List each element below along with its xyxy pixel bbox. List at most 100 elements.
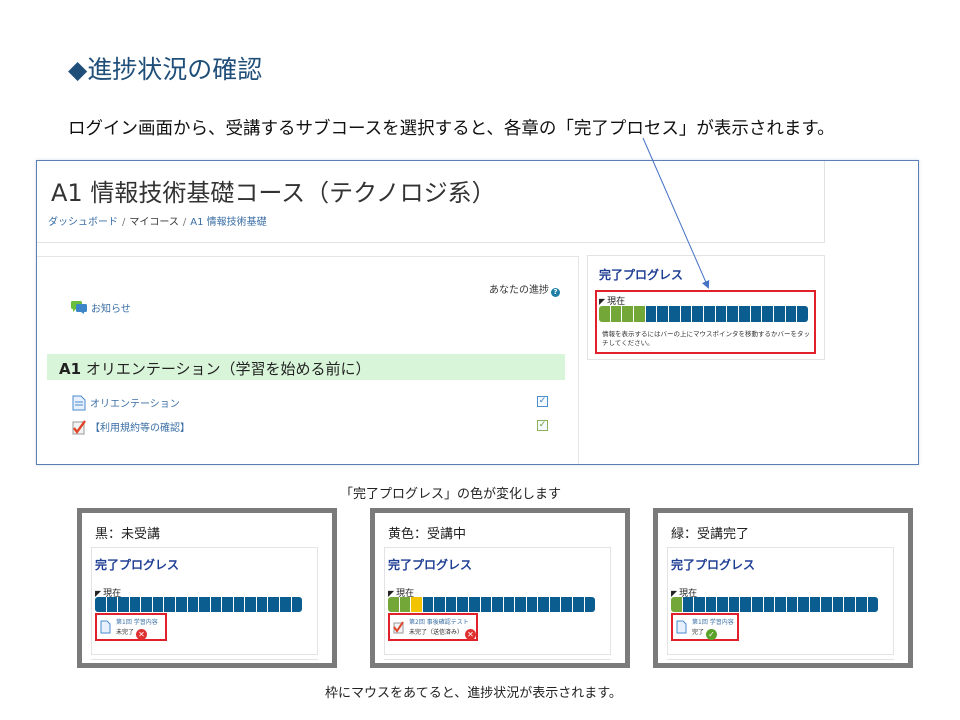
course-content: あなたの進捗? お知らせ A1 オリエンテーション（学習を始める前に） オリエン… bbox=[37, 256, 579, 464]
progress-cell-green[interactable] bbox=[610, 306, 622, 322]
progress-cell-blue[interactable] bbox=[774, 306, 785, 322]
announcements-link[interactable]: お知らせ bbox=[70, 297, 131, 316]
progress-cell-green[interactable] bbox=[399, 597, 411, 612]
progress-cell-blue[interactable] bbox=[129, 597, 141, 612]
breadcrumb-my-courses[interactable]: マイコース bbox=[129, 217, 179, 228]
progress-cell-blue[interactable] bbox=[106, 597, 118, 612]
progress-cell-blue[interactable] bbox=[538, 597, 549, 612]
help-icon[interactable]: ? bbox=[551, 288, 560, 297]
progress-cell-blue[interactable] bbox=[233, 597, 245, 612]
progress-cell-blue[interactable] bbox=[740, 597, 751, 612]
progress-cell-blue[interactable] bbox=[856, 597, 867, 612]
progress-cell-green[interactable] bbox=[388, 597, 399, 612]
progress-cell-blue[interactable] bbox=[682, 597, 694, 612]
progress-bar[interactable] bbox=[388, 597, 596, 612]
progress-bar[interactable] bbox=[671, 597, 879, 612]
progress-cell-blue[interactable] bbox=[222, 597, 233, 612]
progress-cell-blue[interactable] bbox=[526, 597, 538, 612]
progress-cell-blue[interactable] bbox=[692, 306, 704, 322]
progress-cell-blue[interactable] bbox=[704, 306, 715, 322]
assignment-icon bbox=[393, 619, 404, 634]
breadcrumb-current-course[interactable]: A1 情報技術基礎 bbox=[190, 217, 266, 228]
progress-tooltip: 第1回 学習内容 未完了 ✕ bbox=[95, 613, 167, 641]
progress-cell-yellow[interactable] bbox=[411, 597, 422, 612]
completion-progress-block: 完了プログレス ◤ 現在 第1回 学習内容 完了 ✓ bbox=[667, 547, 894, 655]
progress-cell-blue[interactable] bbox=[434, 597, 445, 612]
progress-cell-blue[interactable] bbox=[152, 597, 164, 612]
progress-cell-blue[interactable] bbox=[549, 597, 561, 612]
progress-cell-blue[interactable] bbox=[798, 597, 809, 612]
progress-cell-blue[interactable] bbox=[291, 597, 303, 612]
progress-cell-blue[interactable] bbox=[245, 597, 256, 612]
progress-cell-blue[interactable] bbox=[280, 597, 291, 612]
progress-cell-blue[interactable] bbox=[515, 597, 526, 612]
progress-cell-blue[interactable] bbox=[669, 306, 680, 322]
progress-block-title: 完了プログレス bbox=[671, 558, 756, 572]
progress-cell-blue[interactable] bbox=[561, 597, 572, 612]
progress-cell-blue[interactable] bbox=[492, 597, 503, 612]
progress-cell-blue[interactable] bbox=[797, 306, 809, 322]
progress-highlight-frame: ◤ 現在 情報を表示するにはバーの上にマウスポインタを移動するかバーをタッチしてく… bbox=[595, 290, 816, 354]
progress-bar[interactable] bbox=[95, 597, 303, 612]
progress-cell-blue[interactable] bbox=[187, 597, 199, 612]
progress-cell-blue[interactable] bbox=[175, 597, 187, 612]
progress-cell-blue[interactable] bbox=[727, 306, 739, 322]
progress-cell-blue[interactable] bbox=[457, 597, 468, 612]
progress-cell-blue[interactable] bbox=[680, 306, 692, 322]
section-name: オリエンテーション（学習を始める前に） bbox=[81, 360, 371, 378]
progress-cell-blue[interactable] bbox=[867, 597, 879, 612]
progress-cell-green[interactable] bbox=[599, 306, 610, 322]
progress-cell-blue[interactable] bbox=[775, 597, 786, 612]
course-title: A1 情報技術基礎コース（テクノロジ系） bbox=[51, 179, 496, 207]
progress-cell-blue[interactable] bbox=[832, 597, 844, 612]
progress-cell-blue[interactable] bbox=[445, 597, 457, 612]
progress-cell-blue[interactable] bbox=[750, 306, 762, 322]
completion-progress-block: 完了プログレス ◤ 現在 第2回 事後確認テスト 未完了（送信済み） ✕ bbox=[384, 547, 611, 655]
progress-bar[interactable] bbox=[599, 306, 809, 322]
progress-tooltip: 第1回 学習内容 完了 ✓ bbox=[671, 613, 739, 641]
progress-cell-blue[interactable] bbox=[785, 306, 797, 322]
progress-cell-blue[interactable] bbox=[717, 597, 728, 612]
progress-cell-blue[interactable] bbox=[657, 306, 669, 322]
progress-cell-blue[interactable] bbox=[573, 597, 584, 612]
progress-cell-blue[interactable] bbox=[786, 597, 798, 612]
progress-cell-blue[interactable] bbox=[645, 306, 657, 322]
progress-cell-blue[interactable] bbox=[844, 597, 855, 612]
progress-cell-green[interactable] bbox=[634, 306, 645, 322]
progress-cell-blue[interactable] bbox=[728, 597, 740, 612]
page-icon bbox=[100, 619, 111, 634]
progress-cell-blue[interactable] bbox=[422, 597, 434, 612]
progress-cell-blue[interactable] bbox=[694, 597, 705, 612]
progress-cell-blue[interactable] bbox=[751, 597, 763, 612]
activity-orientation[interactable]: オリエンテーション bbox=[72, 395, 180, 411]
divider bbox=[384, 659, 611, 660]
activity-terms[interactable]: 【利用規約等の確認】 bbox=[72, 419, 190, 435]
progress-cell-blue[interactable] bbox=[739, 306, 750, 322]
check-icon: ✓ bbox=[706, 629, 718, 640]
progress-cell-blue[interactable] bbox=[821, 597, 832, 612]
progress-cell-blue[interactable] bbox=[95, 597, 106, 612]
progress-cell-blue[interactable] bbox=[268, 597, 279, 612]
progress-cell-green[interactable] bbox=[671, 597, 682, 612]
progress-cell-blue[interactable] bbox=[210, 597, 222, 612]
progress-cell-blue[interactable] bbox=[809, 597, 821, 612]
progress-cell-green[interactable] bbox=[622, 306, 634, 322]
completion-checkbox[interactable]: ✓ bbox=[537, 396, 548, 407]
progress-cell-blue[interactable] bbox=[199, 597, 210, 612]
completion-checkbox[interactable]: ✓ bbox=[537, 420, 548, 431]
progress-cell-blue[interactable] bbox=[118, 597, 129, 612]
progress-cell-blue[interactable] bbox=[164, 597, 175, 612]
progress-cell-blue[interactable] bbox=[762, 306, 774, 322]
progress-cell-blue[interactable] bbox=[256, 597, 268, 612]
breadcrumb-dashboard[interactable]: ダッシュボード bbox=[48, 217, 118, 228]
progress-cell-blue[interactable] bbox=[584, 597, 596, 612]
progress-cell-blue[interactable] bbox=[705, 597, 717, 612]
progress-block-title: 完了プログレス bbox=[95, 558, 180, 572]
progress-help-text: 情報を表示するにはバーの上にマウスポインタを移動するかバーをタッチしてください。 bbox=[602, 330, 810, 347]
progress-cell-blue[interactable] bbox=[141, 597, 152, 612]
progress-cell-blue[interactable] bbox=[503, 597, 515, 612]
progress-cell-blue[interactable] bbox=[763, 597, 775, 612]
progress-cell-blue[interactable] bbox=[468, 597, 480, 612]
progress-cell-blue[interactable] bbox=[715, 306, 727, 322]
progress-cell-blue[interactable] bbox=[480, 597, 492, 612]
